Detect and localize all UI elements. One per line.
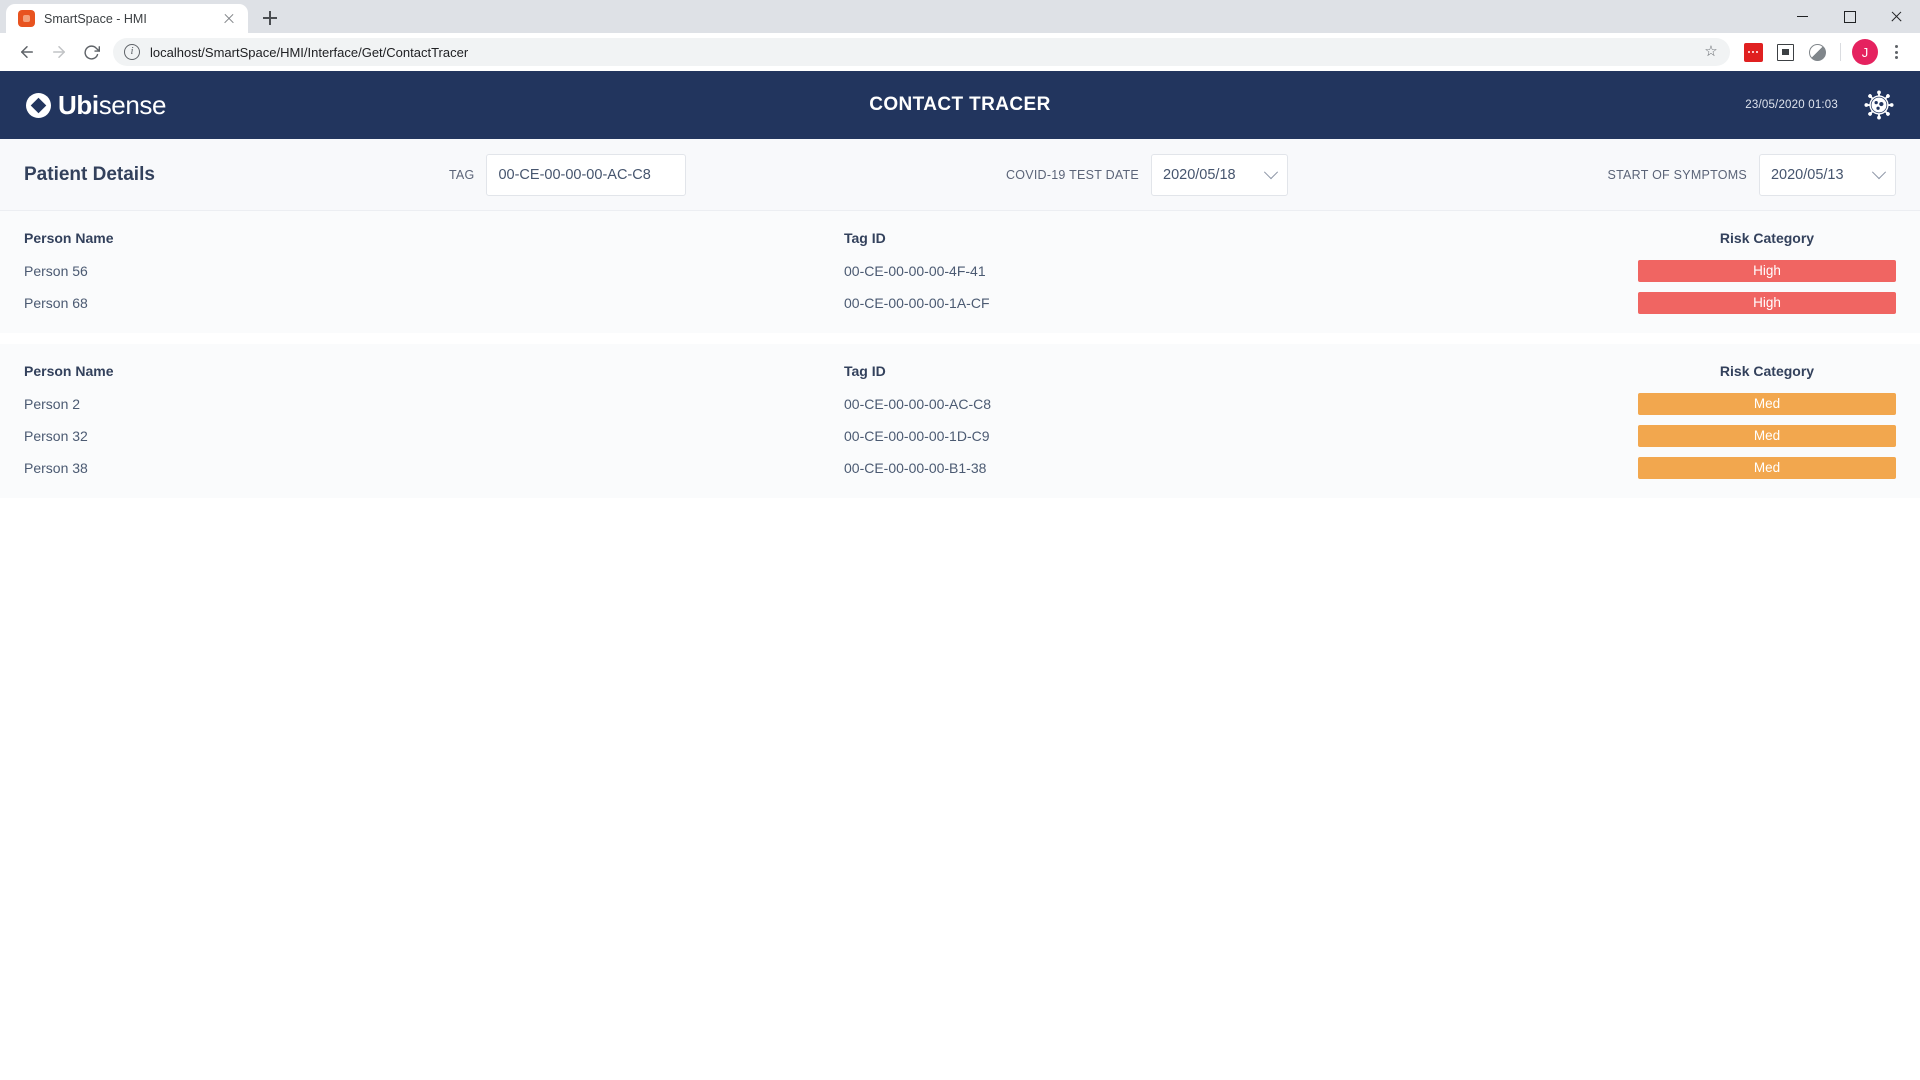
- cell-risk-category: Med: [1638, 393, 1896, 415]
- red-extension-icon[interactable]: [1738, 37, 1768, 67]
- browser-tab[interactable]: SmartSpace - HMI: [6, 4, 248, 33]
- avatar[interactable]: J: [1852, 39, 1878, 65]
- cell-person-name: Person 38: [24, 460, 88, 476]
- ubisense-logo-mark: [26, 92, 51, 118]
- tag-input[interactable]: [486, 153, 687, 196]
- column-header-tag-id: Tag ID: [844, 230, 886, 246]
- ubisense-logo[interactable]: Ubisense: [26, 90, 166, 121]
- table-row[interactable]: Person 2 00-CE-00-00-00-AC-C8 Med: [24, 388, 1896, 420]
- back-arrow-icon[interactable]: [11, 36, 43, 68]
- toolbar-divider: [1840, 43, 1841, 61]
- ubisense-logo-text: Ubisense: [58, 90, 166, 121]
- close-window-icon[interactable]: [1873, 0, 1920, 33]
- virus-icon[interactable]: [1864, 90, 1894, 120]
- column-header-tag-id: Tag ID: [844, 363, 886, 379]
- logo-text-light: sense: [98, 89, 167, 120]
- tab-strip: SmartSpace - HMI: [0, 0, 1920, 33]
- start-of-symptoms-label: START OF SYMPTOMS: [1607, 167, 1747, 182]
- cell-tag-id: 00-CE-00-00-00-1D-C9: [844, 428, 990, 444]
- cell-risk-category: Med: [1638, 457, 1896, 479]
- page-title: CONTACT TRACER: [869, 94, 1051, 115]
- kebab-menu-icon[interactable]: [1883, 37, 1909, 67]
- forward-arrow-icon[interactable]: [43, 36, 75, 68]
- chevron-down-icon: [1263, 164, 1279, 179]
- cell-risk-category: High: [1638, 292, 1896, 314]
- table-row[interactable]: Person 56 00-CE-00-00-00-4F-41 High: [24, 255, 1896, 287]
- logo-text-bold: Ubi: [58, 89, 99, 120]
- reload-icon[interactable]: [75, 36, 107, 68]
- table-row[interactable]: Person 68 00-CE-00-00-00-1A-CF High: [24, 287, 1896, 319]
- table-row[interactable]: Person 32 00-CE-00-00-00-1D-C9 Med: [24, 420, 1896, 452]
- contacts-panel: Person Name Tag ID Risk Category Person 56 0…: [0, 211, 1920, 333]
- covid-test-date-label: COVID-19 TEST DATE: [1005, 167, 1139, 182]
- contact-tables: Person Name Tag ID Risk Category Person 56 0…: [0, 211, 1920, 498]
- header-right: 23/05/2020 01:03: [1745, 90, 1894, 120]
- header-timestamp: 23/05/2020 01:03: [1745, 99, 1838, 111]
- covid-test-date-value: 2020/05/18: [1163, 166, 1236, 183]
- tag-label: TAG: [448, 167, 475, 182]
- symptoms-date-field-group: START OF SYMPTOMS 2020/05/13: [1607, 153, 1896, 196]
- cell-risk-category: High: [1638, 260, 1896, 282]
- browser-chrome: SmartSpace - HMI i localhost/SmartSpace/…: [0, 0, 1920, 71]
- tag-field-group: TAG: [448, 153, 687, 196]
- cell-tag-id: 00-CE-00-00-00-4F-41: [844, 263, 986, 279]
- column-header-risk-category: Risk Category: [1719, 230, 1815, 246]
- window-controls: [1779, 0, 1920, 33]
- app-root: Ubisense CONTACT TRACER 23/05/2020 01:03: [0, 71, 1920, 498]
- minimize-icon[interactable]: [1779, 0, 1826, 33]
- contacts-panel: Person Name Tag ID Risk Category Person 2 00…: [0, 344, 1920, 498]
- app-header: Ubisense CONTACT TRACER 23/05/2020 01:03: [0, 71, 1920, 139]
- covid-test-date-select[interactable]: 2020/05/18: [1151, 153, 1288, 196]
- column-header-person-name: Person Name: [24, 230, 114, 246]
- status-badge: Med: [1638, 425, 1896, 447]
- circle-extension-icon[interactable]: [1802, 37, 1832, 67]
- cell-risk-category: Med: [1638, 425, 1896, 447]
- cell-tag-id: 00-CE-00-00-00-1A-CF: [844, 295, 990, 311]
- table-row[interactable]: Person 38 00-CE-00-00-00-B1-38 Med: [24, 452, 1896, 484]
- url-text: localhost/SmartSpace/HMI/Interface/Get/C…: [150, 44, 469, 60]
- browser-toolbar: i localhost/SmartSpace/HMI/Interface/Get…: [0, 33, 1920, 71]
- patient-details-bar: Patient Details TAG COVID-19 TEST DATE 2…: [0, 139, 1920, 211]
- cell-person-name: Person 32: [24, 428, 88, 444]
- cell-person-name: Person 2: [24, 396, 81, 412]
- start-of-symptoms-value: 2020/05/13: [1770, 166, 1844, 183]
- cell-tag-id: 00-CE-00-00-00-B1-38: [844, 460, 987, 476]
- table-header-row: Person Name Tag ID Risk Category: [24, 354, 1896, 388]
- extension-icons: J: [1738, 37, 1909, 67]
- start-of-symptoms-select[interactable]: 2020/05/13: [1758, 153, 1896, 196]
- patient-details-heading: Patient Details: [24, 163, 155, 185]
- column-header-risk-category: Risk Category: [1719, 363, 1815, 379]
- test-date-field-group: COVID-19 TEST DATE 2020/05/18: [1005, 153, 1288, 196]
- star-icon[interactable]: ☆: [1702, 43, 1720, 61]
- maximize-icon[interactable]: [1826, 0, 1873, 33]
- cell-person-name: Person 68: [24, 295, 88, 311]
- column-header-person-name: Person Name: [24, 363, 114, 379]
- info-icon[interactable]: i: [124, 44, 140, 60]
- smartspace-favicon: [18, 10, 35, 27]
- cell-person-name: Person 56: [24, 263, 88, 279]
- tab-title: SmartSpace - HMI: [44, 11, 147, 26]
- address-bar[interactable]: i localhost/SmartSpace/HMI/Interface/Get…: [113, 38, 1730, 66]
- cell-tag-id: 00-CE-00-00-00-AC-C8: [844, 396, 992, 412]
- status-badge: Med: [1638, 393, 1896, 415]
- status-badge: Med: [1638, 457, 1896, 479]
- table-header-row: Person Name Tag ID Risk Category: [24, 221, 1896, 255]
- close-tab-icon[interactable]: [220, 10, 238, 28]
- chevron-down-icon: [1871, 164, 1887, 179]
- dark-square-extension-icon[interactable]: [1770, 37, 1800, 67]
- status-badge: High: [1638, 260, 1896, 282]
- status-badge: High: [1638, 292, 1896, 314]
- new-tab-button[interactable]: [256, 4, 284, 32]
